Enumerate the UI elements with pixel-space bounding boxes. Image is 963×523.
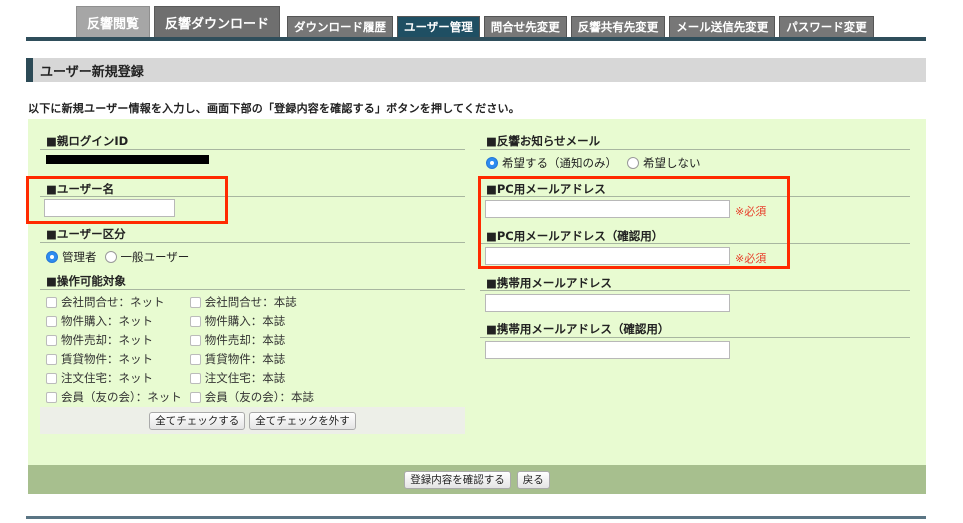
checkbox[interactable]	[46, 296, 57, 308]
checkbox-label: 物件売却：本誌	[204, 333, 286, 347]
radio-notify-yes[interactable]	[486, 157, 498, 169]
checkbox-item[interactable]: 注文住宅：ネット	[46, 370, 182, 386]
operable-target-checkboxes: 会社問合せ：ネット 会社問合せ：本誌 物件購入：ネット 物件購入：本誌 物件売却…	[46, 294, 314, 405]
mobile-mail-confirm-label: ■携帯用メールアドレス（確認用）	[486, 322, 670, 336]
tab-download-history[interactable]: ダウンロード履歴	[287, 16, 393, 38]
user-type-radio-group: 管理者 一般ユーザー	[46, 249, 189, 265]
tab-contact-change[interactable]: 問合せ先変更	[483, 16, 567, 38]
divider	[480, 337, 910, 338]
checkbox-item[interactable]: 賃貸物件：ネット	[46, 351, 182, 367]
radio-general-user[interactable]	[104, 251, 117, 263]
check-buttons-area: 全てチェックする 全てチェックを外す	[40, 407, 465, 434]
tab-share-change[interactable]: 反響共有先変更	[570, 16, 666, 38]
mobile-mail-input[interactable]	[485, 294, 730, 312]
checkbox[interactable]	[189, 315, 201, 327]
checkbox[interactable]	[46, 315, 57, 327]
checkbox-label: 会員（友の会）：ネット	[61, 390, 182, 404]
uncheck-all-button[interactable]: 全てチェックを外す	[249, 411, 356, 430]
tab-divider	[26, 37, 926, 41]
checkbox[interactable]	[189, 296, 201, 308]
checkbox[interactable]	[189, 372, 201, 384]
radio-notify-no-label: 希望しない	[643, 156, 701, 170]
sub-tabs: ダウンロード履歴 ユーザー管理 問合せ先変更 反響共有先変更 メール送信先変更 …	[287, 16, 874, 38]
checkbox-item[interactable]: 賃貸物件：本誌	[189, 351, 314, 367]
checkbox[interactable]	[189, 391, 201, 403]
radio-notify-no[interactable]	[627, 157, 639, 169]
radio-admin[interactable]	[46, 251, 58, 263]
radio-general-user-label: 一般ユーザー	[120, 250, 190, 264]
highlight-box-pc-mail	[478, 176, 790, 269]
parent-login-id-label: ■親ログインID	[46, 134, 129, 148]
checkbox[interactable]	[46, 334, 57, 346]
checkbox[interactable]	[46, 353, 57, 365]
checkbox-label: 会社問合せ：ネット	[61, 295, 165, 309]
section-title-text: ユーザー新規登録	[40, 64, 144, 80]
back-button[interactable]: 戻る	[516, 470, 550, 489]
divider	[40, 289, 465, 290]
divider	[40, 242, 465, 243]
checkbox-item[interactable]: 会員（友の会）：ネット	[46, 389, 182, 405]
checkbox-label: 注文住宅：ネット	[61, 371, 153, 385]
checkbox-item[interactable]: 物件購入：ネット	[46, 313, 182, 329]
checkbox[interactable]	[46, 372, 57, 384]
checkbox-item[interactable]: 会社問合せ：ネット	[46, 294, 182, 310]
confirm-button[interactable]: 登録内容を確認する	[404, 470, 511, 489]
checkbox-label: 会員（友の会）：本誌	[204, 390, 314, 404]
notify-mail-label: ■反響お知らせメール	[486, 134, 601, 148]
tab-mail-destination-change[interactable]: メール送信先変更	[669, 16, 776, 38]
instruction-text: 以下に新規ユーザー情報を入力し、画面下部の「登録内容を確認する」ボタンを押してく…	[28, 102, 520, 115]
checkbox[interactable]	[46, 391, 57, 403]
highlight-box-user-name	[26, 176, 228, 224]
checkbox-label: 賃貸物件：本誌	[204, 352, 286, 366]
checkbox-label: 会社問合せ：本誌	[204, 295, 297, 309]
form-footer: 登録内容を確認する 戻る	[28, 465, 926, 494]
mobile-mail-label: ■携帯用メールアドレス	[486, 276, 612, 290]
checkbox-label: 賃貸物件：ネット	[61, 352, 153, 366]
checkbox-item[interactable]: 注文住宅：本誌	[189, 370, 314, 386]
tab-user-management[interactable]: ユーザー管理	[397, 16, 480, 38]
checkbox-item[interactable]: 会社問合せ：本誌	[189, 294, 314, 310]
section-title: ユーザー新規登録	[26, 58, 926, 82]
check-all-button[interactable]: 全てチェックする	[149, 411, 246, 430]
checkbox-label: 物件売却：ネット	[61, 333, 153, 347]
divider	[480, 149, 910, 150]
notify-radio-group: 希望する（通知のみ） 希望しない	[486, 155, 701, 171]
operable-target-label: ■操作可能対象	[46, 274, 126, 288]
checkbox[interactable]	[189, 334, 201, 346]
checkbox-item[interactable]: 会員（友の会）：本誌	[189, 389, 314, 405]
divider	[480, 290, 910, 291]
main-tabs: 反響閲覧 反響ダウンロード	[76, 6, 281, 37]
checkbox-item[interactable]: 物件売却：ネット	[46, 332, 182, 348]
tab-password-change[interactable]: パスワード変更	[779, 16, 874, 38]
redacted-login-id	[46, 155, 209, 164]
tab-hankyo-download[interactable]: 反響ダウンロード	[154, 6, 281, 37]
checkbox-item[interactable]: 物件売却：本誌	[189, 332, 314, 348]
radio-notify-yes-label: 希望する（通知のみ）	[502, 156, 617, 170]
checkbox[interactable]	[189, 353, 201, 365]
checkbox-label: 物件購入：本誌	[204, 314, 286, 328]
checkbox-label: 注文住宅：本誌	[204, 371, 286, 385]
radio-admin-label: 管理者	[62, 250, 97, 264]
divider	[40, 149, 465, 150]
checkbox-item[interactable]: 物件購入：本誌	[189, 313, 314, 329]
tab-hankyo-view[interactable]: 反響閲覧	[76, 6, 151, 37]
checkbox-label: 物件購入：ネット	[61, 314, 153, 328]
mobile-mail-confirm-input[interactable]	[485, 341, 730, 359]
user-type-label: ■ユーザー区分	[46, 227, 126, 241]
bottom-divider	[26, 516, 926, 519]
